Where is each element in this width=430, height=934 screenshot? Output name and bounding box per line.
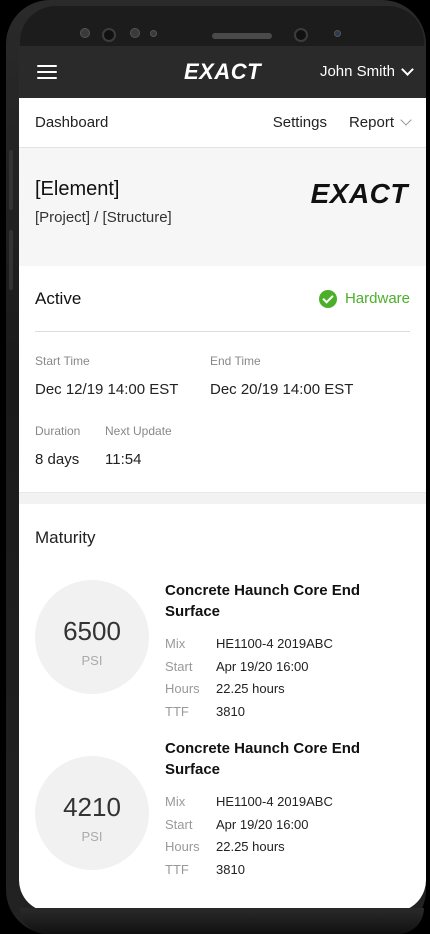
end-time-label: End Time — [210, 354, 261, 368]
psi-gauge: 6500 PSI — [35, 580, 149, 694]
psi-value: 6500 — [63, 616, 121, 646]
duration-field: Duration 8 days — [35, 424, 105, 468]
sensor-icon — [334, 30, 341, 37]
start-value: Apr 19/20 16:00 — [216, 658, 309, 674]
ttf-value: 3810 — [216, 861, 245, 877]
maturity-info: Concrete Haunch Core End Surface Mix HE11… — [165, 580, 410, 723]
psi-value: 4210 — [63, 792, 121, 822]
sensor-icon — [80, 28, 90, 38]
nav-settings[interactable]: Settings — [273, 114, 327, 131]
sensor-icon — [130, 28, 140, 38]
iris-scanner-icon — [294, 28, 308, 42]
hours-label: Hours — [165, 839, 200, 854]
ttf-row: TTF 3810 — [165, 701, 410, 724]
hours-label: Hours — [165, 681, 200, 696]
start-value: Apr 19/20 16:00 — [216, 816, 309, 832]
ttf-label: TTF — [165, 861, 189, 877]
start-label: Start — [165, 816, 193, 832]
psi-unit: PSI — [81, 829, 103, 844]
mix-label: Mix — [165, 794, 186, 809]
psi-unit: PSI — [81, 653, 103, 668]
duration-label: Duration — [35, 424, 81, 438]
phone-bottom-bezel — [20, 908, 424, 934]
earpiece-speaker — [212, 33, 272, 39]
end-time-field: End Time Dec 20/19 14:00 EST — [210, 354, 385, 398]
check-circle-icon — [318, 289, 337, 308]
nav-report-label: Report — [348, 114, 394, 131]
start-row: Start Apr 19/20 16:00 — [165, 814, 410, 837]
mix-row: Mix HE1100-4 2019ABC — [165, 633, 410, 656]
next-update-field: Next Update 11:54 — [105, 424, 172, 468]
maturity-card[interactable]: 4210 PSI Concrete Haunch Core End Surfac… — [35, 738, 410, 912]
maturity-info: Concrete Haunch Core End Surface Mix HE11… — [165, 738, 410, 881]
sensor-name: Concrete Haunch Core End Surface — [165, 582, 361, 620]
phone-top-bezel — [20, 6, 424, 46]
next-update-label: Next Update — [105, 424, 172, 438]
hardware-label: Hardware — [344, 290, 410, 307]
chevron-down-icon — [400, 114, 412, 126]
sub-navigation: Dashboard Settings Report — [19, 98, 426, 148]
sensor-name: Concrete Haunch Core End Surface — [165, 740, 361, 778]
hours-value: 22.25 hours — [216, 839, 285, 854]
app-header: EXACT John Smith — [19, 46, 426, 98]
ttf-value: 3810 — [216, 703, 245, 719]
mix-label: Mix — [165, 636, 186, 651]
hours-row: Hours 22.25 hours — [165, 836, 410, 859]
chevron-down-icon — [401, 62, 414, 76]
status-row: Active Hardware — [35, 266, 410, 332]
element-path: [Project] / [Structure] — [35, 209, 172, 226]
brand-logo: EXACT — [310, 178, 408, 209]
nav-report[interactable]: Report — [348, 114, 412, 131]
app-screen: EXACT John Smith Dashboard Settings Repo… — [19, 46, 426, 912]
hardware-status: Hardware — [318, 289, 410, 308]
maturity-card[interactable]: 6500 PSI Concrete Haunch Core End Surfac… — [35, 562, 410, 738]
nav-dashboard[interactable]: Dashboard — [35, 114, 273, 131]
status-state: Active — [35, 288, 82, 308]
ttf-label: TTF — [165, 703, 189, 719]
end-time-value: Dec 20/19 14:00 EST — [210, 381, 354, 398]
element-summary: [Element] [Project] / [Structure] EXACT — [19, 148, 426, 266]
start-label: Start — [165, 658, 193, 674]
duration-value: 8 days — [35, 451, 80, 468]
ttf-row: TTF 3810 — [165, 859, 410, 882]
user-menu[interactable]: John Smith — [319, 62, 414, 80]
start-row: Start Apr 19/20 16:00 — [165, 656, 410, 679]
maturity-section: Maturity 6500 PSI Concrete Haunch Core E… — [19, 528, 426, 912]
start-time-label: Start Time — [35, 354, 90, 368]
next-update-value: 11:54 — [105, 451, 142, 468]
section-divider — [19, 492, 426, 504]
volume-button — [9, 150, 13, 210]
maturity-title: Maturity — [35, 528, 96, 547]
sensor-icon — [150, 30, 157, 37]
power-button — [9, 230, 13, 290]
front-camera-icon — [102, 28, 116, 42]
hours-row: Hours 22.25 hours — [165, 678, 410, 701]
time-range: Start Time Dec 12/19 14:00 EST End Time … — [35, 354, 410, 398]
status-section: Active Hardware Start Time Dec 12/19 14:… — [19, 266, 426, 492]
start-time-value: Dec 12/19 14:00 EST — [35, 381, 179, 398]
hours-value: 22.25 hours — [216, 681, 285, 696]
start-time-field: Start Time Dec 12/19 14:00 EST — [35, 354, 210, 398]
duration-row: Duration 8 days Next Update 11:54 — [35, 424, 410, 492]
user-name: John Smith — [319, 63, 395, 80]
mix-row: Mix HE1100-4 2019ABC — [165, 791, 410, 814]
mix-value: HE1100-4 2019ABC — [216, 636, 333, 651]
mix-value: HE1100-4 2019ABC — [216, 794, 333, 809]
psi-gauge: 4210 PSI — [35, 756, 149, 870]
